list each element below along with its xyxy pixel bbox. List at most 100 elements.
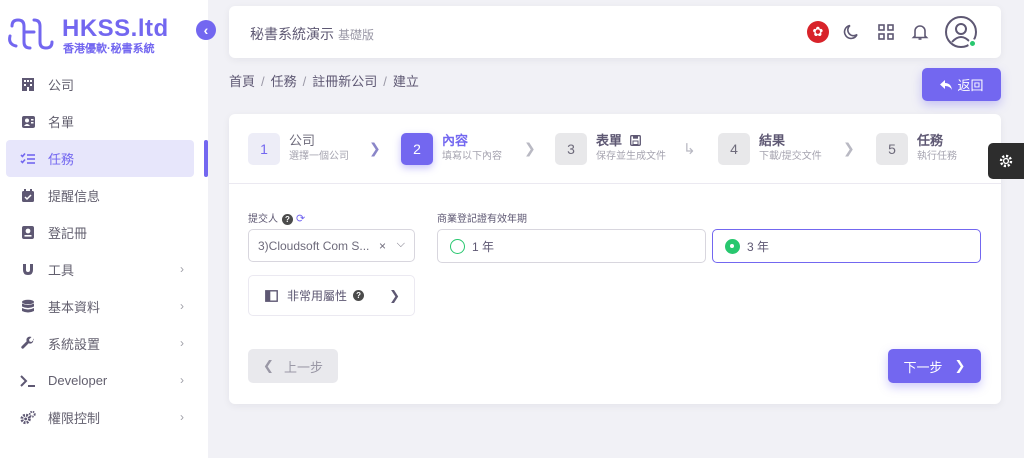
dark-mode-button[interactable] [841,21,863,43]
chevron-right-icon: › [180,262,184,276]
notifications-button[interactable] [909,21,931,43]
sidebar-nav: 公司 名單 任務 提醒信息 登記冊 工具 › 基本資料 › 系統設置 › Dev… [0,66,208,436]
next-step-button[interactable]: 下一步 ❯ [888,349,981,383]
previous-label: 上一步 [283,359,323,375]
chevron-down-icon: ⌵ [396,238,405,250]
brand-logo-icon [8,18,54,50]
terminal-icon [20,373,36,389]
advanced-label: 非常用屬性 [287,289,348,303]
submitter-select[interactable]: 3)Cloudsoft Com S... × ⌵ [248,229,415,262]
submitter-value: 3)Cloudsoft Com S... [258,238,370,253]
online-status-dot [968,39,977,48]
sidebar-item-system-settings[interactable]: 系統設置 › [6,325,194,362]
grid-icon [878,24,894,40]
help-icon[interactable]: ? [282,213,293,225]
step-form[interactable]: 3 表單 保存並生成文件 [555,133,666,167]
back-button[interactable]: 返回 [922,68,1001,101]
chevron-right-icon: › [180,299,184,313]
contact-card-icon [20,114,36,130]
radio-button-selected[interactable] [725,238,740,254]
advanced-properties-toggle[interactable]: 非常用屬性? ❯ [248,275,415,316]
previous-step-button[interactable]: ❮ 上一步 [248,349,338,383]
sidebar-item-label: 權限控制 [48,411,101,426]
radio-button[interactable] [450,238,465,254]
magnet-icon [20,262,36,278]
step-number: 5 [876,133,908,165]
chevron-right-icon: › [180,336,184,350]
turn-right-arrow-icon: ↳ [683,141,696,158]
reply-arrow-icon [940,79,953,90]
step-content[interactable]: 2 內容 填寫以下內容 [401,133,502,167]
header-actions: ✿ [795,16,977,48]
language-flag-button[interactable]: ✿ [807,21,829,43]
sidebar-item-company[interactable]: 公司 [6,66,194,103]
breadcrumb-home[interactable]: 首頁 [229,74,255,89]
customizer-toggle[interactable] [988,143,1024,179]
step-title: 結果 [759,133,786,148]
apps-button[interactable] [875,21,897,43]
chevron-right-icon: ❯ [954,358,966,373]
edition-label: 基礎版 [338,28,375,42]
moon-icon [843,24,858,40]
clear-icon[interactable]: × [379,239,386,253]
sidebar-item-label: 登記冊 [48,226,88,241]
sidebar-item-label: 任務 [48,152,75,167]
database-icon [20,299,36,315]
validity-label: 商業登記證有效年期 [437,214,527,225]
task-list-icon [20,151,36,167]
step-number: 4 [718,133,750,165]
chevron-right-icon: ❯ [369,140,381,156]
bell-icon [911,25,929,40]
sidebar-item-tasks[interactable]: 任務 [6,140,194,177]
sidebar-item-tools[interactable]: 工具 › [6,251,194,288]
sidebar-item-register[interactable]: 登記冊 [6,214,194,251]
hong-kong-flag-icon: ✿ [807,21,829,43]
breadcrumb-register-company[interactable]: 註冊新公司 [312,74,377,89]
sidebar-item-label: 工具 [48,263,75,278]
step-title: 表單 [596,133,666,148]
submitter-label: 提交人? ⟳ [248,210,305,225]
brand[interactable]: HKSS.ltd 香港優軟·秘書系統 [6,14,186,55]
app-title: 秘書系統演示 [250,26,334,42]
step-subtitle: 填寫以下內容 [442,151,502,162]
step-title: 任務 [917,133,944,148]
step-subtitle: 保存並生成文件 [596,151,666,162]
sidebar-item-basic-data[interactable]: 基本資料 › [6,288,194,325]
top-navbar: 秘書系統演示 基礎版 ✿ [229,6,1001,58]
breadcrumb-tasks[interactable]: 任務 [271,74,297,89]
refresh-icon[interactable]: ⟳ [296,213,305,225]
step-title-text: 表單 [596,133,623,148]
step-number: 3 [555,133,587,165]
sidebar-item-permissions[interactable]: 權限控制 › [6,399,194,436]
save-icon [629,135,641,146]
chevron-right-icon: ❯ [389,288,400,303]
back-label: 返回 [957,78,984,93]
step-company[interactable]: 1 公司 選擇一個公司 [248,133,349,167]
option-label: 1 年 [472,239,495,254]
sidebar-item-developer[interactable]: Developer › [6,362,194,399]
user-avatar[interactable] [945,16,977,48]
gear-icon [999,154,1013,168]
step-task[interactable]: 5 任務 執行任務 [876,133,957,167]
building-icon [20,77,36,93]
sidebar-collapse-button[interactable]: ‹ [196,20,216,40]
calendar-check-icon [20,188,36,204]
brand-tagline: 香港優軟·秘書系統 [63,43,155,55]
help-icon[interactable]: ? [353,290,365,301]
register-book-icon [20,225,36,241]
step-number: 2 [401,133,433,165]
breadcrumb-create: 建立 [392,74,419,89]
sidebar-item-list[interactable]: 名單 [6,103,194,140]
sidebar-item-label: Developer [48,373,108,388]
step-result[interactable]: 4 結果 下載/提交文件 [718,133,822,167]
validity-option-1-year[interactable]: 1 年 [437,229,706,263]
option-label: 3 年 [747,239,770,254]
validity-option-3-year[interactable]: 3 年 [712,229,981,263]
chevron-right-icon: › [180,410,184,424]
cogs-icon [20,410,36,426]
chevron-right-icon: ❯ [843,140,855,156]
sidebar-item-reminders[interactable]: 提醒信息 [6,177,194,214]
submitter-label-text: 提交人 [248,214,278,225]
wizard-stepper: 1 公司 選擇一個公司 ❯ 2 內容 填寫以下內容 ❯ 3 表單 保存並生成文件 [229,114,1001,184]
brand-name: HKSS.ltd [62,15,169,42]
